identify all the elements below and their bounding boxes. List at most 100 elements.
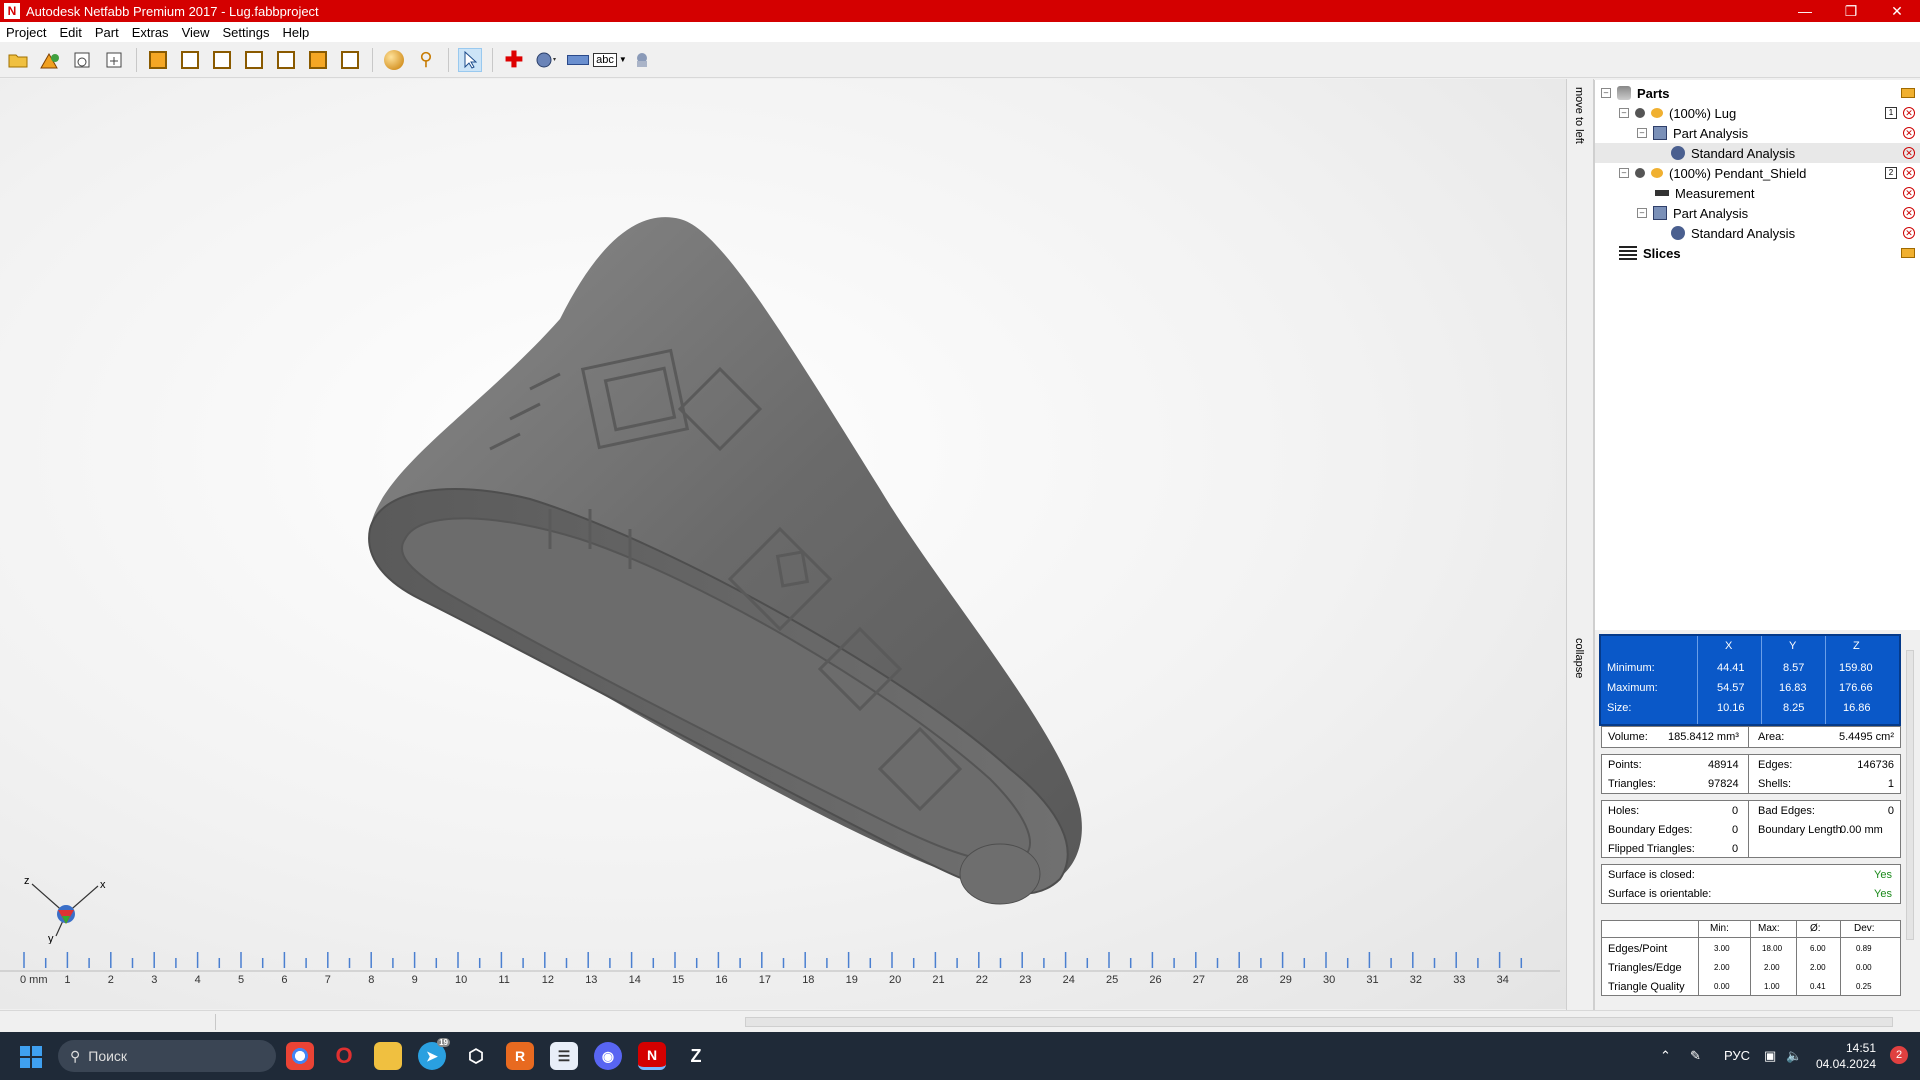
windows-start-icon[interactable] xyxy=(20,1046,42,1068)
collapse-toggle-icon[interactable]: – xyxy=(1619,108,1629,118)
remove-icon[interactable]: ✕ xyxy=(1903,207,1915,219)
view-back-icon[interactable] xyxy=(178,48,202,72)
collapse-toggle-icon[interactable]: – xyxy=(1601,88,1611,98)
r-app-icon[interactable]: R xyxy=(506,1042,534,1070)
menu-help[interactable]: Help xyxy=(283,25,310,40)
zoom-icon[interactable]: ⚲ xyxy=(414,48,438,72)
view-front-icon[interactable] xyxy=(146,48,170,72)
ruler-label: 10 xyxy=(455,974,468,986)
collapse-toggle-icon[interactable]: – xyxy=(1619,168,1629,178)
tree-item-slices[interactable]: Slices xyxy=(1595,243,1920,263)
support-icon[interactable] xyxy=(630,48,654,72)
points-value: 48914 xyxy=(1708,759,1739,771)
info-scrollbar[interactable] xyxy=(1906,650,1914,940)
volume-icon[interactable]: 🔈 xyxy=(1786,1032,1802,1080)
quality-table: Min: Max: Ø: Dev: Edges/Point 3.00 18.00… xyxy=(1601,920,1901,996)
monitor-icon[interactable]: ▣ xyxy=(1764,1032,1776,1080)
view-left-icon[interactable] xyxy=(210,48,234,72)
taskbar-clock[interactable]: 14:51 04.04.2024 xyxy=(1816,1040,1876,1072)
notification-badge[interactable]: 2 xyxy=(1890,1046,1908,1064)
taskbar-search-box[interactable]: ⚲ Поиск xyxy=(58,1040,276,1072)
view-iso-icon[interactable] xyxy=(338,48,362,72)
bbox-header-x: X xyxy=(1725,640,1733,652)
cube-app-icon[interactable]: ⬡ xyxy=(462,1042,490,1070)
menu-extras[interactable]: Extras xyxy=(132,25,169,40)
move-to-left-tab[interactable]: move to left xyxy=(1566,79,1594,630)
ruler-label: 27 xyxy=(1192,974,1206,986)
measurement-ruler: 0 mm 1 2 3 4 5 6 7 8 9 10 11 12 13 14 15 16 17 18 19 20 21 22 2… xyxy=(0,944,1560,996)
menu-project[interactable]: Project xyxy=(6,25,46,40)
menu-part[interactable]: Part xyxy=(95,25,119,40)
discord-icon[interactable]: ◉ xyxy=(594,1042,622,1070)
telegram-icon[interactable]: 19 ➤ xyxy=(418,1038,450,1070)
visibility-icon[interactable] xyxy=(1651,108,1663,118)
measure-icon[interactable] xyxy=(566,48,590,72)
export-icon[interactable] xyxy=(70,48,94,72)
tree-item-parts[interactable]: – Parts xyxy=(1595,83,1920,103)
folder-icon[interactable] xyxy=(1901,88,1915,98)
menu-settings[interactable]: Settings xyxy=(223,25,270,40)
view-right-icon[interactable] xyxy=(242,48,266,72)
repair-icon[interactable]: ✚ xyxy=(502,47,526,72)
tree-item-pendant-shield[interactable]: – (100%) Pendant_Shield 2 ✕ xyxy=(1595,163,1920,183)
tray-chevron-icon[interactable]: ⌃ xyxy=(1660,1032,1671,1080)
remove-icon[interactable]: ✕ xyxy=(1903,227,1915,239)
divider xyxy=(1840,921,1841,995)
open-icon[interactable] xyxy=(6,48,30,72)
view-top-icon[interactable] xyxy=(274,48,298,72)
visibility-icon[interactable] xyxy=(1651,168,1663,178)
bad-edges-label: Bad Edges: xyxy=(1758,805,1815,817)
tree-item-standard-analysis[interactable]: Standard Analysis ✕ xyxy=(1595,143,1920,163)
remove-icon[interactable]: ✕ xyxy=(1903,187,1915,199)
netfabb-taskbar-icon[interactable]: N xyxy=(638,1042,666,1070)
collapse-tab[interactable]: collapse xyxy=(1566,630,1594,1010)
minimize-icon[interactable]: — xyxy=(1782,0,1828,22)
ruler-label: 1 xyxy=(64,974,71,986)
bbox-header-z: Z xyxy=(1853,640,1860,652)
search-placeholder: Поиск xyxy=(88,1048,128,1064)
label-icon[interactable]: abc ▼ xyxy=(593,48,627,72)
select-icon[interactable] xyxy=(458,47,482,72)
tree-item-standard-analysis-2[interactable]: Standard Analysis ✕ xyxy=(1595,223,1920,243)
tree-item-part-analysis-2[interactable]: – Part Analysis ✕ xyxy=(1595,203,1920,223)
mesh-stats-box: Points: 48914 Edges: 146736 Triangles: 9… xyxy=(1601,754,1901,794)
analysis-icon[interactable] xyxy=(534,48,558,72)
tree-item-part-analysis[interactable]: – Part Analysis ✕ xyxy=(1595,123,1920,143)
remove-icon[interactable]: ✕ xyxy=(1903,147,1915,159)
tree-item-measurement[interactable]: Measurement ✕ xyxy=(1595,183,1920,203)
collapse-toggle-icon[interactable]: – xyxy=(1637,208,1647,218)
restore-icon[interactable]: ❐ xyxy=(1828,0,1874,22)
quality-value: 2.00 xyxy=(1714,963,1730,972)
view-bottom-icon[interactable] xyxy=(306,48,330,72)
menu-view[interactable]: View xyxy=(182,25,210,40)
ruler-label: 20 xyxy=(889,974,902,986)
quality-value: 3.00 xyxy=(1714,944,1730,953)
horizontal-scrollbar[interactable] xyxy=(745,1017,1893,1027)
import-icon[interactable] xyxy=(102,48,126,72)
remove-icon[interactable]: ✕ xyxy=(1903,107,1915,119)
axis-x-label: x xyxy=(100,879,106,891)
remove-icon[interactable]: ✕ xyxy=(1903,127,1915,139)
menu-edit[interactable]: Edit xyxy=(59,25,81,40)
bbox-value: 8.25 xyxy=(1783,702,1805,714)
bbox-row-maximum: Maximum: 54.57 16.83 176.66 xyxy=(1601,678,1899,698)
folder-icon[interactable] xyxy=(1901,248,1915,258)
notepad-icon[interactable]: ☰ xyxy=(550,1042,578,1070)
shading-icon[interactable] xyxy=(382,48,406,72)
collapse-toggle-icon[interactable]: – xyxy=(1637,128,1647,138)
3d-viewport[interactable]: z x y 0 mm 1 2 3 4 5 6 7 8 9 10 11 12 13 14 15 16 17 18 19 2… xyxy=(0,79,1566,1009)
ruler-label: 16 xyxy=(715,974,728,986)
tree-item-lug[interactable]: – (100%) Lug 1 ✕ xyxy=(1595,103,1920,123)
add-part-icon[interactable] xyxy=(38,48,62,72)
clock-time: 14:51 xyxy=(1845,1041,1876,1055)
opera-icon[interactable]: O xyxy=(330,1042,358,1070)
file-explorer-icon[interactable] xyxy=(374,1042,402,1070)
ruler-label: 7 xyxy=(324,974,331,986)
pen-icon[interactable]: ✎ xyxy=(1690,1032,1701,1080)
language-indicator[interactable]: РУС xyxy=(1724,1032,1750,1080)
chrome-icon[interactable] xyxy=(286,1042,314,1070)
close-icon[interactable]: ✕ xyxy=(1874,0,1920,22)
lug-3d-model[interactable] xyxy=(360,209,1120,929)
remove-icon[interactable]: ✕ xyxy=(1903,167,1915,179)
zbrush-icon[interactable]: Z xyxy=(682,1042,710,1070)
